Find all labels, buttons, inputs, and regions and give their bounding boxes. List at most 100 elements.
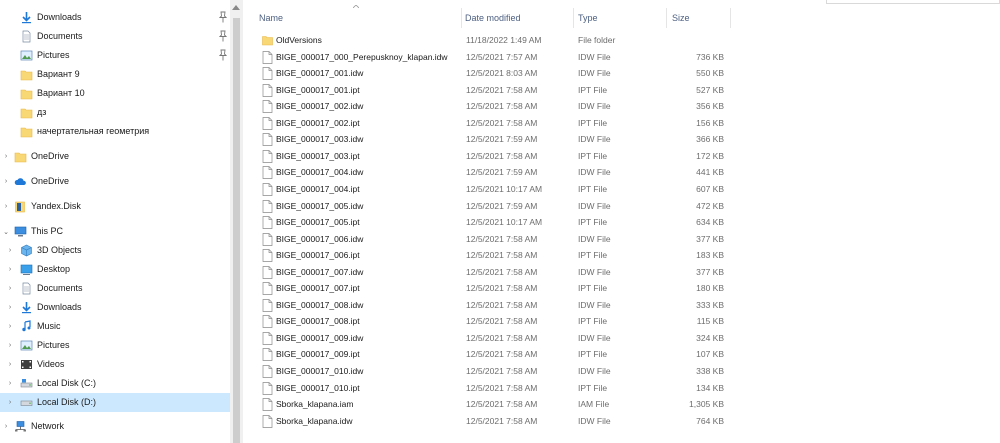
file-type: IPT File bbox=[578, 250, 608, 261]
expand-chevron-icon[interactable]: › bbox=[6, 241, 14, 260]
expand-chevron-icon[interactable]: ⌄ bbox=[2, 222, 10, 241]
file-row[interactable]: Sborka_klapana.iam 12/5/2021 7:58 AM IAM F… bbox=[258, 396, 731, 412]
nav-item-documents[interactable]: › Documents bbox=[0, 279, 230, 298]
file-size: 377 KB bbox=[696, 266, 724, 277]
expand-chevron-icon[interactable]: › bbox=[2, 197, 10, 216]
file-type: IPT File bbox=[578, 183, 608, 194]
file-size: 172 KB bbox=[696, 150, 724, 161]
file-date-modified: 11/18/2022 1:49 AM bbox=[466, 35, 542, 45]
file-date-modified: 12/5/2021 7:58 AM bbox=[466, 366, 538, 376]
file-size: 377 KB bbox=[696, 233, 724, 244]
folder-icon bbox=[14, 150, 27, 163]
pin-icon[interactable] bbox=[218, 11, 228, 23]
pin-icon[interactable] bbox=[218, 30, 228, 42]
file-row[interactable]: BIGE_000017_006.idw 12/5/2021 7:58 AM IDW … bbox=[258, 231, 731, 247]
nav-item-local-disk-c-[interactable]: › Local Disk (C:) bbox=[0, 374, 230, 393]
file-row[interactable]: BIGE_000017_008.idw 12/5/2021 7:58 AM IDW … bbox=[258, 297, 731, 313]
nav-item-desktop[interactable]: › Desktop bbox=[0, 260, 230, 279]
file-row[interactable]: BIGE_000017_010.ipt 12/5/2021 7:58 AM IPT … bbox=[258, 380, 731, 396]
file-row[interactable]: BIGE_000017_010.idw 12/5/2021 7:58 AM IDW … bbox=[258, 363, 731, 379]
nav-item-pictures[interactable]: › Pictures bbox=[0, 336, 230, 355]
scrollbar-thumb[interactable] bbox=[233, 18, 240, 443]
nav-item-начертательная-геометрия[interactable]: начертательная геометрия bbox=[0, 122, 230, 141]
file-row[interactable]: BIGE_000017_005.ipt 12/5/2021 10:17 AM IPT… bbox=[258, 214, 731, 230]
file-row[interactable]: BIGE_000017_009.idw 12/5/2021 7:58 AM IDW … bbox=[258, 330, 731, 346]
expand-chevron-icon[interactable]: › bbox=[2, 417, 10, 436]
nav-item-дз[interactable]: дз bbox=[0, 103, 230, 122]
nav-item-label: Network bbox=[31, 421, 65, 431]
column-header-type[interactable]: Type bbox=[572, 8, 664, 27]
expand-chevron-icon[interactable]: › bbox=[6, 374, 14, 393]
file-row[interactable]: BIGE_000017_009.ipt 12/5/2021 7:58 AM IPT … bbox=[258, 346, 731, 362]
file-size: 183 KB bbox=[696, 250, 724, 261]
file-date-modified: 12/5/2021 10:17 AM bbox=[466, 217, 543, 228]
file-icon bbox=[262, 282, 273, 296]
file-type: IPT File bbox=[578, 217, 608, 228]
file-row[interactable]: BIGE_000017_006.ipt 12/5/2021 7:58 AM IPT … bbox=[258, 247, 731, 263]
expand-chevron-icon[interactable]: › bbox=[6, 336, 14, 355]
navigation-pane: Downloads Documents Pictures Вариант 9 Вариа… bbox=[0, 0, 230, 443]
file-row[interactable]: BIGE_000017_001.ipt 12/5/2021 7:58 AM IPT … bbox=[258, 82, 731, 98]
nav-item-label: 3D Objects bbox=[37, 245, 82, 255]
nav-item-onedrive[interactable]: › OneDrive bbox=[0, 147, 230, 166]
nav-item-local-disk-d-[interactable]: › Local Disk (D:) bbox=[0, 393, 230, 412]
file-row[interactable]: BIGE_000017_004.ipt 12/5/2021 10:17 AM IPT… bbox=[258, 181, 731, 197]
file-row[interactable]: BIGE_000017_005.idw 12/5/2021 7:59 AM IDW … bbox=[258, 198, 731, 214]
nav-item-onedrive[interactable]: › OneDrive bbox=[0, 172, 230, 191]
folder-icon bbox=[20, 68, 33, 81]
expand-chevron-icon[interactable]: › bbox=[6, 260, 14, 279]
nav-item-network[interactable]: › Network bbox=[0, 417, 230, 436]
music-note-icon bbox=[20, 320, 33, 333]
nav-item-pictures[interactable]: Pictures bbox=[0, 46, 230, 65]
file-row[interactable]: BIGE_000017_003.idw 12/5/2021 7:59 AM IDW … bbox=[258, 131, 731, 147]
expand-chevron-icon[interactable]: › bbox=[2, 172, 10, 191]
expand-chevron-icon[interactable]: › bbox=[6, 393, 14, 412]
expand-chevron-icon[interactable]: › bbox=[6, 279, 14, 298]
file-row[interactable]: BIGE_000017_008.ipt 12/5/2021 7:58 AM IPT … bbox=[258, 313, 731, 329]
nav-item-documents[interactable]: Documents bbox=[0, 27, 230, 46]
file-type: IDW File bbox=[578, 299, 611, 310]
file-row[interactable]: BIGE_000017_007.idw 12/5/2021 7:58 AM IDW … bbox=[258, 264, 731, 280]
file-row[interactable]: Sborka_klapana.idw 12/5/2021 7:58 AM IDW F… bbox=[258, 413, 731, 429]
pictures-icon bbox=[20, 339, 33, 352]
column-header-name[interactable]: Name bbox=[253, 8, 458, 27]
file-date-modified: 12/5/2021 7:58 AM bbox=[466, 316, 538, 327]
folder-row[interactable]: OldVersions 11/18/2022 1:49 AM File folder bbox=[258, 32, 731, 48]
videos-icon bbox=[20, 358, 33, 371]
nav-item-3d-objects[interactable]: › 3D Objects bbox=[0, 241, 230, 260]
pin-icon[interactable] bbox=[218, 49, 228, 61]
file-date-modified: 12/5/2021 7:59 AM bbox=[466, 167, 538, 178]
nav-item-вариант-9[interactable]: Вариант 9 bbox=[0, 65, 230, 84]
file-row[interactable]: BIGE_000017_004.idw 12/5/2021 7:59 AM IDW … bbox=[258, 164, 731, 180]
file-type: IDW File bbox=[578, 167, 611, 178]
expand-chevron-icon[interactable]: › bbox=[2, 147, 10, 166]
nav-item-yandex-disk[interactable]: › Yandex.Disk bbox=[0, 197, 230, 216]
nav-item-label: Documents bbox=[37, 283, 83, 293]
nav-item-music[interactable]: › Music bbox=[0, 317, 230, 336]
file-row[interactable]: BIGE_000017_007.ipt 12/5/2021 7:58 AM IPT … bbox=[258, 280, 731, 296]
expand-chevron-icon[interactable]: › bbox=[6, 298, 14, 317]
file-row[interactable]: BIGE_000017_001.idw 12/5/2021 8:03 AM IDW … bbox=[258, 65, 731, 81]
nav-item-downloads[interactable]: › Downloads bbox=[0, 298, 230, 317]
nav-item-this-pc[interactable]: ⌄ This PC bbox=[0, 222, 230, 241]
file-type: IDW File bbox=[578, 415, 611, 426]
navigation-scrollbar[interactable] bbox=[230, 0, 243, 443]
nav-item-вариант-10[interactable]: Вариант 10 bbox=[0, 84, 230, 103]
nav-item-label: Downloads bbox=[37, 12, 82, 22]
file-date-modified: 12/5/2021 7:58 AM bbox=[466, 117, 538, 128]
file-type: IDW File bbox=[578, 266, 611, 277]
expand-chevron-icon[interactable]: › bbox=[6, 317, 14, 336]
nav-item-downloads[interactable]: Downloads bbox=[0, 8, 230, 27]
column-header-size[interactable]: Size bbox=[666, 8, 729, 27]
file-row[interactable]: BIGE_000017_003.ipt 12/5/2021 7:58 AM IPT … bbox=[258, 148, 731, 164]
column-header-date-modified[interactable]: Date modified bbox=[459, 8, 571, 27]
expand-chevron-icon[interactable]: › bbox=[6, 355, 14, 374]
file-row[interactable]: BIGE_000017_000_Perepusknoy_klapan.idw 12… bbox=[258, 49, 731, 65]
file-name: BIGE_000017_001.ipt bbox=[276, 84, 360, 95]
file-row[interactable]: BIGE_000017_002.ipt 12/5/2021 7:58 AM IPT … bbox=[258, 115, 731, 131]
scroll-up-arrow-icon[interactable] bbox=[232, 5, 240, 10]
nav-item-videos[interactable]: › Videos bbox=[0, 355, 230, 374]
file-row[interactable]: BIGE_000017_002.idw 12/5/2021 7:58 AM IDW … bbox=[258, 98, 731, 114]
file-size: 180 KB bbox=[696, 283, 724, 294]
column-separator[interactable] bbox=[730, 8, 731, 28]
